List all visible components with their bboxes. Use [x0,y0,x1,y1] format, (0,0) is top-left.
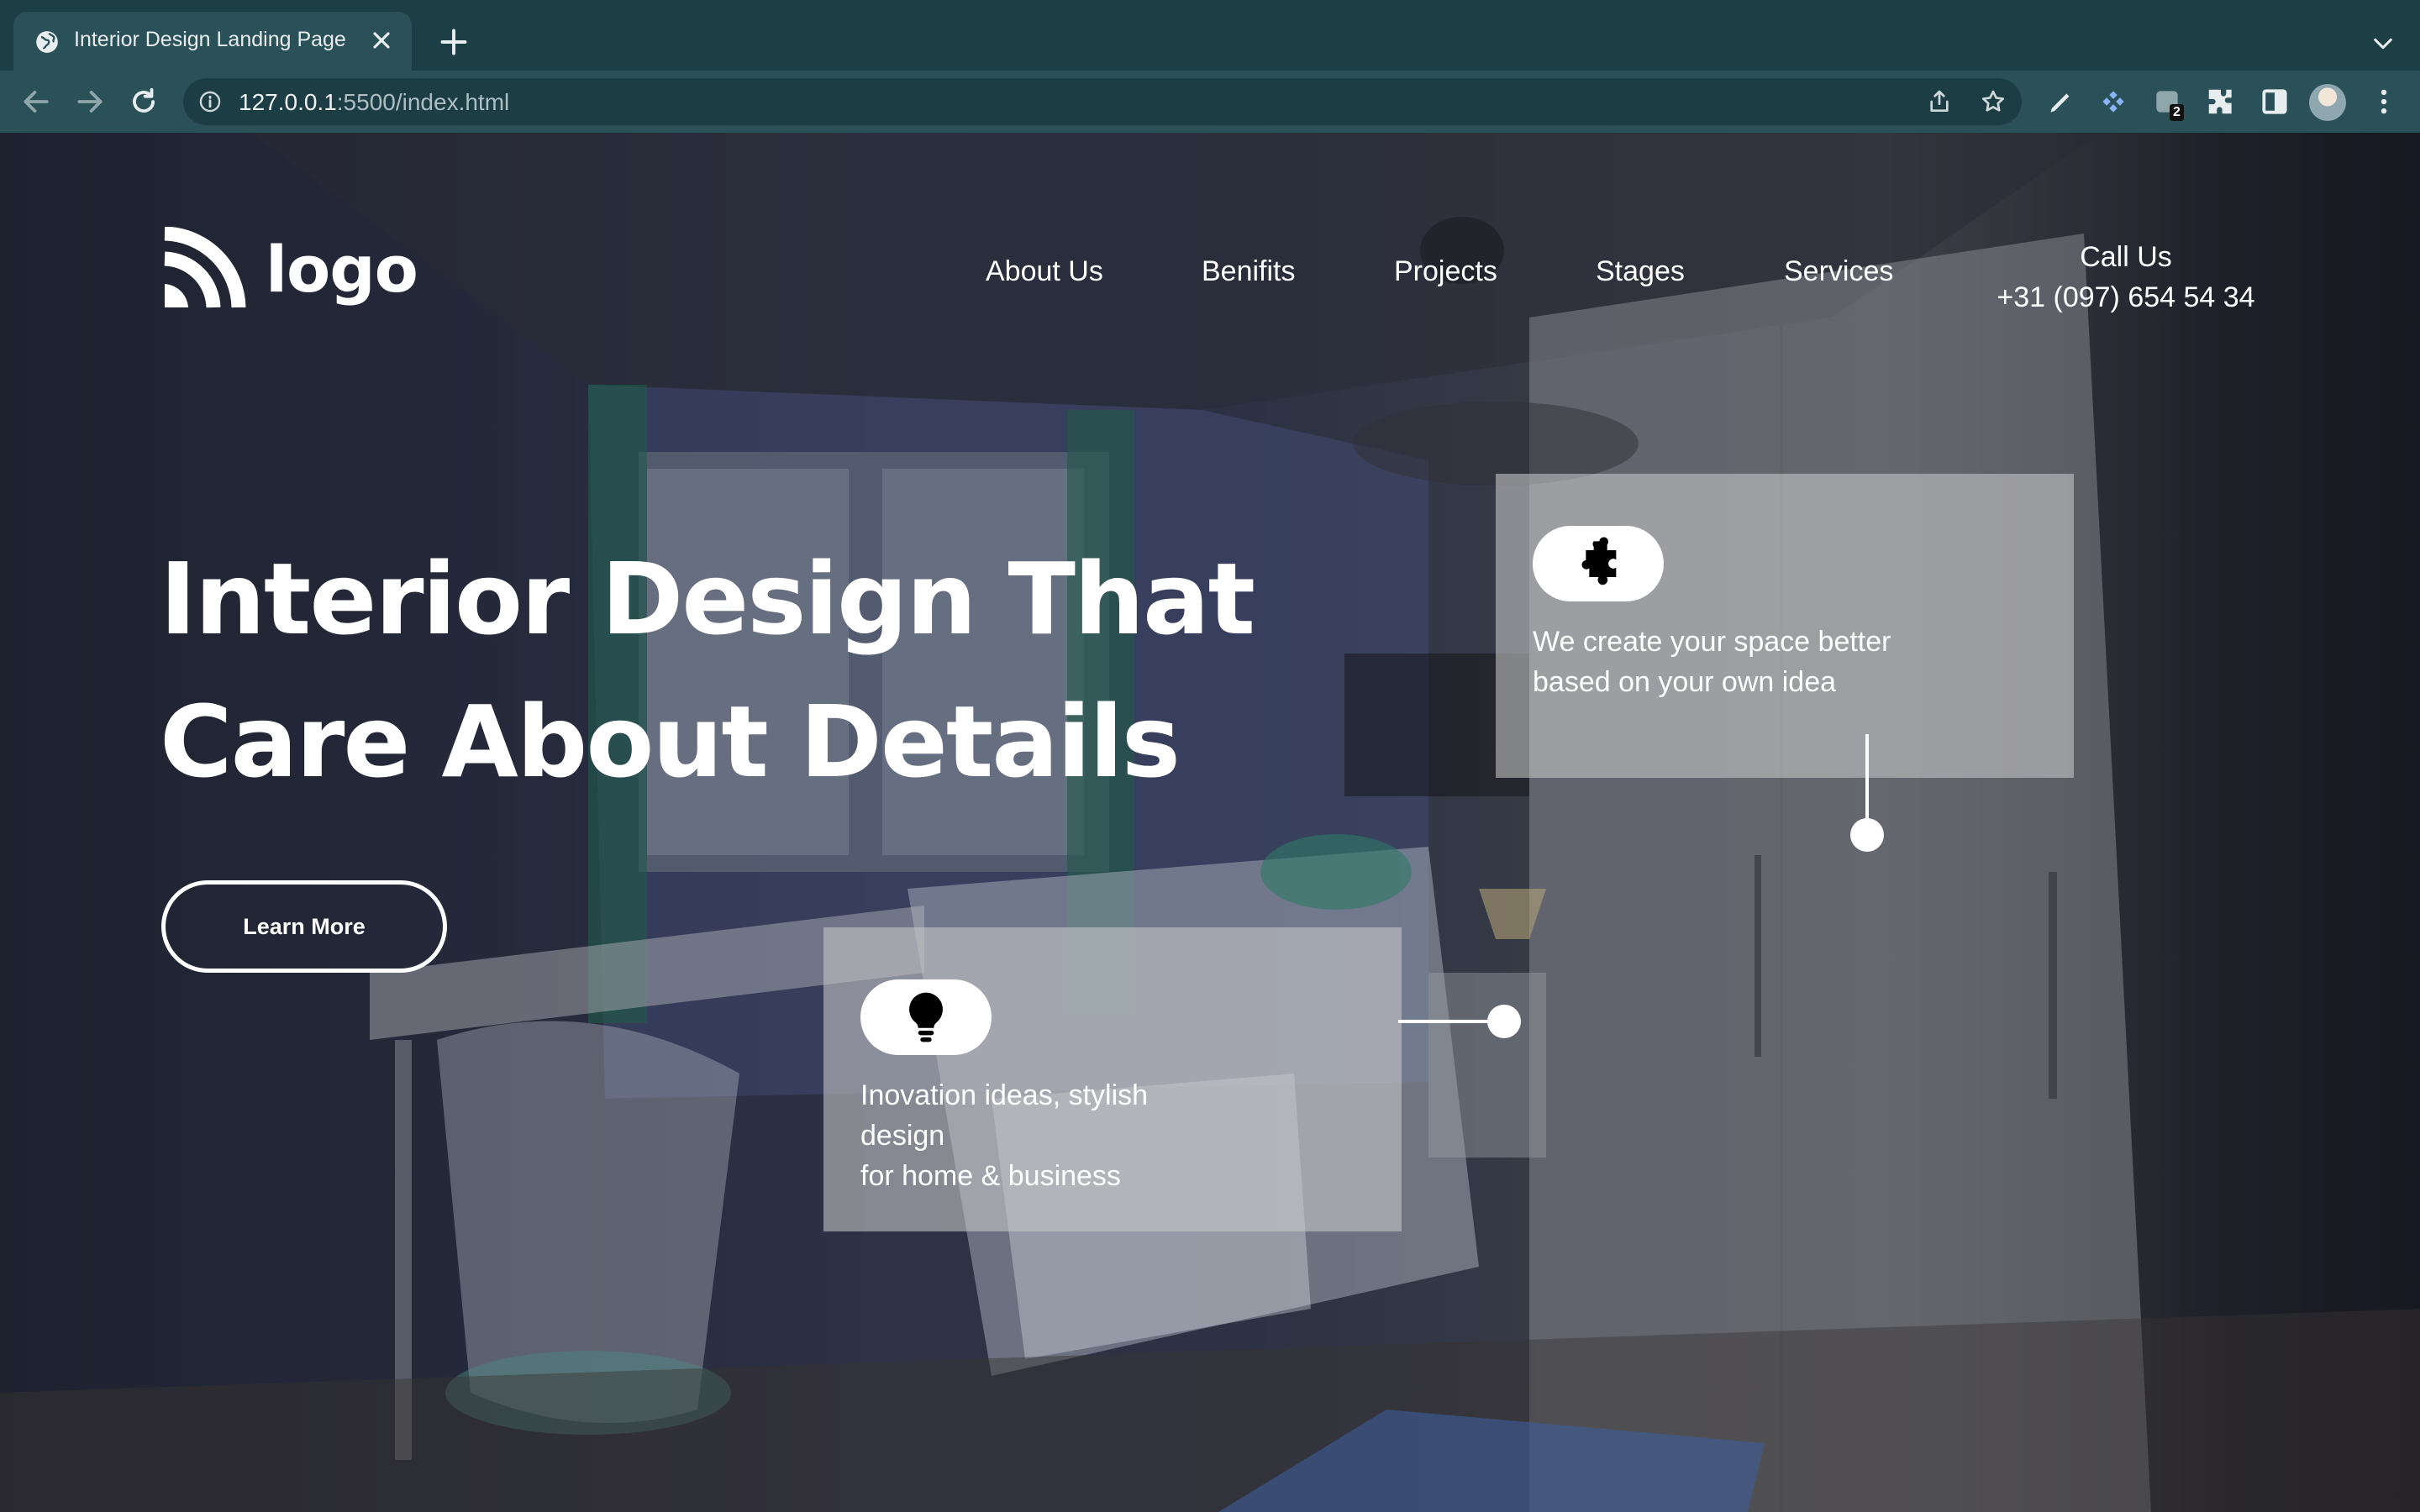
bookmark-star-icon[interactable] [1980,88,2007,115]
bedroom-background-image [0,133,2420,1512]
reload-icon[interactable] [128,86,160,118]
logo-mark-icon [164,227,246,308]
learn-more-button[interactable]: Learn More [161,880,447,973]
tab-title: Interior Design Landing Page [74,28,346,51]
extensions-puzzle-icon[interactable] [2205,86,2237,118]
site-logo[interactable]: logo [160,227,418,311]
call-us-number[interactable]: +31 (097) 654 54 34 [1983,277,2269,318]
browser-toolbar: 127.0.0.1:5500/index.html 2 [0,71,2420,133]
share-icon[interactable] [1926,88,1953,115]
lightbulb-icon [909,992,943,1042]
address-bar[interactable]: 127.0.0.1:5500/index.html [183,78,2022,125]
call-us-block[interactable]: Call Us +31 (097) 654 54 34 [1983,237,2269,318]
feature-card-text: We create your space better based on you… [1533,622,2003,702]
feature-card-ideas: We create your space better based on you… [1496,474,2074,778]
call-us-label: Call Us [2080,241,2172,273]
nav-stages[interactable]: Stages [1596,255,1685,288]
hero-title-line-1: Interior Design That [160,541,1255,657]
hero-title-line-2: Care About Details [160,684,1181,800]
puzzle-icon [1581,537,1617,585]
url-text[interactable]: 127.0.0.1:5500/index.html [239,89,509,116]
feature-card-line-3: for home & business [860,1160,1121,1192]
new-tab-icon[interactable] [439,27,469,57]
feature-card-line-2: design [860,1120,945,1152]
feature-icon-pill [1533,526,1664,601]
globe-icon [36,31,58,53]
nav-services[interactable]: Services [1784,255,1893,288]
hero-title: Interior Design That Care About Details [160,528,1336,813]
nav-projects[interactable]: Projects [1394,255,1497,288]
browser-tab[interactable]: Interior Design Landing Page [13,12,412,71]
pen-extension-icon[interactable] [2045,86,2077,118]
connector-dot [1850,818,1884,852]
chevron-down-icon[interactable] [2371,32,2395,55]
feature-icon-pill [860,979,992,1055]
connector-dot [1487,1005,1521,1038]
logo-text: logo [266,232,418,307]
nav-about-us[interactable]: About Us [986,255,1103,288]
profile-avatar[interactable] [2309,84,2346,121]
info-icon[interactable] [198,90,222,113]
tab-strip: Interior Design Landing Page [0,0,2420,71]
side-panel-icon[interactable] [2259,86,2291,118]
extension-badge: 2 [2170,104,2184,121]
back-icon[interactable] [20,86,52,118]
connector-line [1865,734,1869,828]
browser-chrome: Interior Design Landing Page 127.0.0.1:5… [0,0,2420,133]
feature-card-line-1: We create your space better [1533,626,1891,658]
feature-card-line-1: Inovation ideas, stylish [860,1079,1149,1111]
feature-card-text: Inovation ideas, stylish design for home… [860,1075,1331,1196]
forward-icon[interactable] [74,86,106,118]
hero-section: logo About Us Benifits Projects Stages S… [0,133,2420,1512]
feature-card-innovation: Inovation ideas, stylish design for home… [823,927,1402,1231]
puzzle-blue-extension-icon[interactable] [2097,86,2129,118]
more-menu-icon[interactable] [2368,86,2400,118]
feature-card-line-2: based on your own idea [1533,666,1837,698]
nav-benefits[interactable]: Benifits [1202,255,1296,288]
close-tab-icon[interactable] [368,27,395,54]
